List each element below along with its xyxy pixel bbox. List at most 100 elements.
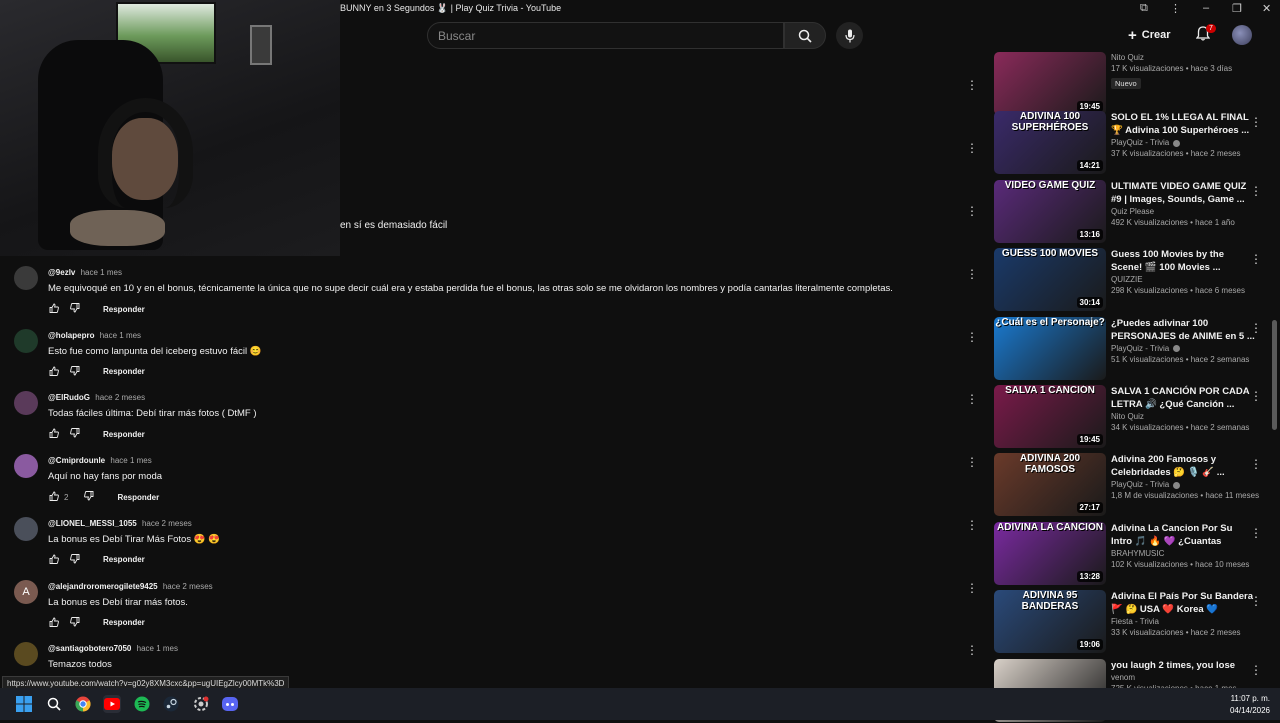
like-icon[interactable] (48, 554, 60, 566)
minimize-button[interactable]: – (1203, 2, 1209, 14)
video-thumbnail[interactable]: ADIVINA 100 SUPERHÉROES 14:21 (994, 111, 1106, 175)
dislike-icon[interactable] (83, 491, 95, 503)
related-video[interactable]: VIDEO GAME QUIZ 13:16 ULTIMATE VIDEO GAM… (994, 179, 1270, 244)
discord-icon[interactable] (221, 695, 239, 713)
dislike-icon[interactable] (69, 616, 81, 629)
more-vert-icon[interactable]: ⋮ (1250, 526, 1262, 540)
comment-time[interactable]: hace 1 mes (100, 331, 141, 340)
video-channel[interactable]: PlayQuiz - Trivia (1111, 480, 1256, 489)
video-thumbnail[interactable]: ADIVINA 95 BANDERAS 19:06 (994, 590, 1106, 654)
more-vert-icon[interactable]: ⋮ (1250, 115, 1262, 129)
reply-button[interactable]: Responder (103, 430, 145, 439)
channel-name[interactable]: PlayQuiz - Trivia (1111, 138, 1169, 147)
video-thumbnail[interactable]: ¿Cuál es el Personaje? (994, 316, 1106, 380)
video-thumbnail[interactable]: GUESS 100 MOVIES 30:14 (994, 248, 1106, 312)
video-channel[interactable]: Fiesta - Trivia (1111, 617, 1256, 626)
more-vert-icon[interactable]: ⋮ (966, 204, 978, 218)
related-video[interactable]: ADIVINA 100 SUPERHÉROES 14:21 SOLO EL 1%… (994, 111, 1270, 175)
like-icon[interactable] (48, 428, 60, 440)
channel-name[interactable]: Nito Quiz (1111, 412, 1144, 421)
more-vert-icon[interactable]: ⋮ (966, 518, 978, 532)
comment-time[interactable]: hace 2 meses (95, 393, 145, 402)
related-video[interactable]: ¿Cuál es el Personaje? ¿Puedes adivinar … (994, 316, 1270, 381)
comment-time[interactable]: hace 2 meses (142, 519, 192, 528)
more-vert-icon[interactable]: ⋮ (1250, 663, 1262, 677)
more-vert-icon[interactable]: ⋮ (1250, 184, 1262, 198)
reply-button[interactable]: Responder (103, 367, 145, 376)
channel-name[interactable]: venom (1111, 673, 1135, 682)
windows-icon[interactable] (15, 695, 33, 713)
more-vert-icon[interactable]: ⋮ (966, 392, 978, 406)
reply-button[interactable]: Responder (103, 618, 145, 627)
more-vert-icon[interactable]: ⋮ (966, 141, 978, 155)
create-button[interactable]: + Crear (1128, 24, 1171, 46)
comment-author[interactable]: @Cmiprdounle (48, 456, 105, 465)
comment-avatar[interactable] (14, 642, 38, 667)
maximize-button[interactable]: ❐ (1232, 2, 1242, 15)
comment-avatar[interactable] (14, 266, 38, 290)
search-input[interactable] (428, 23, 783, 48)
browser-menu-icon[interactable]: ⋮ (1170, 2, 1181, 15)
reply-button[interactable]: Responder (117, 493, 159, 502)
comment-avatar[interactable] (14, 516, 38, 541)
comment-time[interactable]: hace 2 meses (163, 582, 213, 591)
like-icon[interactable] (48, 366, 60, 378)
comment-author[interactable]: @alejandroromerogilete9425 (48, 582, 158, 591)
video-channel[interactable]: QUIZZIE (1111, 275, 1256, 284)
channel-name[interactable]: BRAHYMUSIC (1111, 549, 1164, 558)
comment-avatar[interactable] (14, 454, 38, 479)
search-button[interactable] (784, 22, 826, 49)
related-video[interactable]: ADIVINA LA CANCION 13:28 Adivina La Canc… (994, 521, 1270, 586)
comment-avatar[interactable] (14, 391, 38, 416)
youtube-icon[interactable] (103, 695, 121, 713)
reply-button[interactable]: Responder (103, 555, 145, 564)
channel-name[interactable]: PlayQuiz - Trivia (1111, 344, 1169, 353)
video-title[interactable]: Adivina La Cancion Por Su Intro 🎵 🔥 💜 ¿C… (1111, 522, 1256, 548)
dislike-icon[interactable] (69, 428, 81, 440)
system-clock[interactable]: 11:07 p. m. 04/14/2026 (1230, 693, 1270, 717)
video-title[interactable]: SOLO EL 1% LLEGA AL FINAL 🏆 Adivina 100 … (1111, 111, 1256, 137)
more-vert-icon[interactable]: ⋮ (1250, 252, 1262, 266)
reply-button[interactable]: Responder (103, 305, 145, 314)
comment-author[interactable]: @9ezlv (48, 268, 75, 277)
like-icon[interactable] (48, 491, 60, 503)
related-video[interactable]: ADIVINA 200 FAMOSOS 27:17 Adivina 200 Fa… (994, 453, 1270, 517)
video-title[interactable]: Adivina 200 Famosos y Celebridades 🤔 🎙️ … (1111, 453, 1256, 479)
video-thumbnail[interactable]: SALVA 1 CANCIÓN 19:45 (994, 385, 1106, 448)
video-channel[interactable]: BRAHYMUSIC (1111, 549, 1256, 558)
video-channel[interactable]: PlayQuiz - Trivia (1111, 138, 1256, 147)
video-title[interactable]: you laugh 2 times, you lose (1111, 659, 1256, 672)
close-button[interactable]: ✕ (1262, 2, 1271, 15)
more-vert-icon[interactable]: ⋮ (966, 330, 978, 344)
more-vert-icon[interactable]: ⋮ (966, 581, 978, 595)
page-scrollbar[interactable] (1272, 320, 1277, 430)
dislike-icon[interactable] (69, 553, 81, 566)
comment-time[interactable]: hace 1 mes (137, 644, 178, 653)
comment-time[interactable]: hace 1 mes (81, 268, 122, 277)
channel-name[interactable]: Quiz Please (1111, 207, 1154, 216)
more-vert-icon[interactable]: ⋮ (966, 267, 978, 281)
video-title[interactable]: Adivina El País Por Su Bandera 🚩 🤔 USA ❤… (1111, 590, 1256, 616)
dislike-icon[interactable] (69, 303, 81, 315)
comment-avatar[interactable] (14, 328, 38, 353)
extensions-icon[interactable]: ⧉ (1140, 2, 1148, 15)
video-thumbnail[interactable]: ADIVINA 200 FAMOSOS 27:17 (994, 453, 1106, 517)
chrome-icon[interactable] (74, 695, 92, 713)
dislike-icon[interactable] (69, 365, 81, 378)
steam-icon[interactable] (162, 695, 180, 713)
channel-name[interactable]: QUIZZIE (1111, 275, 1143, 284)
spotify-icon[interactable] (133, 695, 151, 713)
video-title[interactable]: SALVA 1 CANCIÓN POR CADA LETRA 🔊 ¿Qué Ca… (1111, 385, 1256, 411)
channel-name[interactable]: PlayQuiz - Trivia (1111, 480, 1169, 489)
related-video[interactable]: SALVA 1 CANCIÓN 19:45 SALVA 1 CANCIÓN PO… (994, 385, 1270, 449)
video-thumbnail[interactable]: VIDEO GAME QUIZ 13:16 (994, 179, 1106, 243)
video-channel[interactable]: Quiz Please (1111, 207, 1256, 216)
comment-author[interactable]: @LIONEL_MESSI_1055 (48, 519, 137, 528)
video-channel[interactable]: Nito Quiz (1111, 53, 1256, 62)
video-channel[interactable]: Nito Quiz (1111, 412, 1256, 421)
comment-author[interactable]: @santiagobotero7050 (48, 644, 131, 653)
channel-name[interactable]: Nito Quiz (1111, 53, 1144, 62)
more-vert-icon[interactable]: ⋮ (966, 643, 978, 657)
comment-author[interactable]: @holapepro (48, 331, 94, 340)
like-icon[interactable] (48, 303, 60, 315)
